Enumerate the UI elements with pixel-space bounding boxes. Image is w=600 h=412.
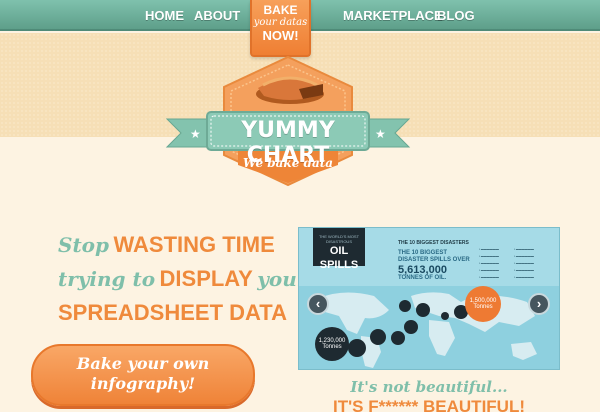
preview-heading: THE 10 BIGGEST DISASTERS <box>398 240 469 246</box>
hero-headline: Stop WASTING TIME trying to DISPLAY your… <box>58 232 307 334</box>
spill-bubble-2 <box>348 339 366 357</box>
badge-title: OIL SPILLS <box>319 245 359 271</box>
nav-blog-link[interactable]: BLOG <box>437 8 475 23</box>
bake-button-line1: Bake your own <box>76 354 210 373</box>
spill-bubble-3 <box>370 329 386 345</box>
svg-text:★: ★ <box>375 127 386 141</box>
chevron-right-icon[interactable]: › <box>528 293 550 315</box>
headline-trying-to: trying to <box>58 267 156 291</box>
headline-spreadsheet-data: SPREADSHEET DATA <box>58 300 287 325</box>
bake-now-line3: NOW! <box>262 28 299 43</box>
bake-infography-button[interactable]: Bake your own infography! <box>31 344 255 406</box>
bake-now-line1: BAKE <box>263 3 298 17</box>
pie-icon <box>256 76 324 104</box>
spill-bubble-7 <box>416 303 430 317</box>
preview-sub2: DISASTER SPILLS OVER <box>398 257 470 263</box>
headline-display: DISPLAY <box>159 266 253 291</box>
spill-bubble-6 <box>404 320 418 334</box>
chevron-left-icon[interactable]: ‹ <box>307 293 329 315</box>
badge-small-text: THE WORLD'S MOST DISASTROUS <box>318 234 360 244</box>
spill-bubble-4 <box>391 331 405 345</box>
svg-text:★: ★ <box>190 127 201 141</box>
headline-stop: Stop <box>58 233 110 257</box>
logo-tagline: We bake data <box>242 156 334 170</box>
headline-line-2: trying to DISPLAY your <box>58 266 307 300</box>
bubble-label-1230000: 1,230,000 Tonnes <box>318 338 346 350</box>
preview-legend-col1: ▪ ▬▬▬▬▬▬ ▪ ▬▬▬▬▬▬ ▪ ▬▬▬▬▬▬ ▪ ▬▬▬▬▬▬ ▪ ▬▬▬▬▬▬ <box>479 247 499 279</box>
headline-wasting-time: WASTING TIME <box>113 232 275 257</box>
preview-sub1: THE 10 BIGGEST <box>398 250 448 256</box>
nav-home-link[interactable]: HOME <box>145 8 184 23</box>
infographic-preview[interactable]: THE WORLD'S MOST DISASTROUS OIL SPILLS T… <box>298 227 560 370</box>
bubble-label-1500000: 1,500,000 Tonnes <box>469 298 497 310</box>
bake-now-line2: your datas <box>253 17 308 28</box>
nav-marketplace-link[interactable]: MARKETPLACE <box>343 8 443 23</box>
tagline-line1: It's not beautiful... <box>350 378 508 396</box>
spill-bubble-5 <box>399 300 411 312</box>
preview-legend-col2: ▪ ▬▬▬▬▬▬ ▪ ▬▬▬▬▬▬ ▪ ▬▬▬▬▬▬ ▪ ▬▬▬▬▬▬ ▪ ▬▬▬▬▬▬ <box>514 247 534 279</box>
headline-line-3: SPREADSHEET DATA <box>58 300 287 334</box>
bake-now-tab[interactable]: BAKE your datas NOW! <box>250 0 311 57</box>
preview-unit: TONNES OF OIL. <box>398 275 447 281</box>
oil-spills-badge: THE WORLD'S MOST DISASTROUS OIL SPILLS <box>313 228 365 271</box>
headline-line-1: Stop WASTING TIME <box>58 232 275 266</box>
nav-about-link[interactable]: ABOUT <box>194 8 240 23</box>
world-map <box>315 286 537 368</box>
bake-button-line2: infography! <box>90 374 196 393</box>
yummy-chart-logo[interactable]: ★ ★ YUMMY CHART We bake data <box>163 55 413 190</box>
tagline-line2: IT'S F****** BEAUTIFUL! <box>333 397 525 412</box>
spill-bubble-8 <box>441 312 449 320</box>
